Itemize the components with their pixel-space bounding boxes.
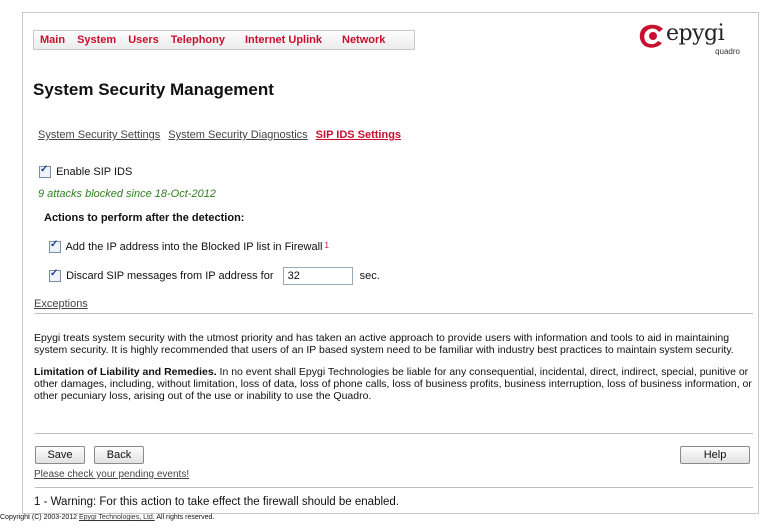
menu-network[interactable]: Network: [336, 34, 391, 46]
pending-events-link[interactable]: Please check your pending events!: [34, 469, 189, 480]
intro-paragraph: Epygi treats system security with the ut…: [34, 332, 734, 356]
logo-wordmark: epygi: [666, 21, 725, 46]
enable-sip-ids-row: Enable SIP IDS: [39, 164, 133, 179]
logo-subtitle: quadro: [715, 47, 740, 56]
footnote: 1 - Warning: For this action to take eff…: [34, 496, 400, 508]
help-button[interactable]: Help: [680, 446, 750, 464]
discard-duration-input[interactable]: 32: [282, 267, 353, 285]
blocklist-action-row: Add the IP address into the Blocked IP l…: [49, 239, 329, 254]
enable-sip-ids-label: Enable SIP IDS: [56, 166, 133, 178]
menu-main[interactable]: Main: [34, 34, 71, 46]
liability-title: Limitation of Liability and Remedies.: [34, 366, 217, 378]
tab-system-security-settings[interactable]: System Security Settings: [38, 129, 160, 141]
tab-bar: System Security Settings System Security…: [38, 129, 401, 141]
menu-internet-uplink[interactable]: Internet Uplink: [239, 34, 336, 46]
divider: [35, 487, 753, 488]
discard-action-row: Discard SIP messages from IP address for…: [49, 267, 380, 285]
attacks-status: 9 attacks blocked since 18-Oct-2012: [38, 188, 216, 200]
page-title: System Security Management: [33, 80, 274, 99]
liability-paragraph: Limitation of Liability and Remedies. In…: [34, 366, 752, 402]
epygi-logo-mark-icon: [639, 24, 663, 48]
actions-heading: Actions to perform after the detection:: [44, 212, 245, 224]
enable-sip-ids-checkbox[interactable]: [39, 164, 51, 179]
epygi-logo: epygi quadro: [624, 17, 744, 63]
copyright-prefix: Copyright (C) 2003-2012: [0, 514, 78, 521]
footnote-marker: 1: [324, 241, 329, 250]
company-link[interactable]: Epygi Technologies, Ltd.: [79, 514, 155, 521]
exceptions-link[interactable]: Exceptions: [34, 298, 88, 310]
discard-unit: sec.: [359, 269, 380, 282]
save-button[interactable]: Save: [35, 446, 85, 464]
main-frame: Main System Users Telephony Internet Upl…: [22, 12, 759, 514]
menu-system[interactable]: System: [71, 34, 122, 46]
discard-label: Discard SIP messages from IP address for: [66, 269, 274, 282]
menu-users[interactable]: Users: [122, 34, 165, 46]
divider: [35, 433, 753, 434]
discard-checkbox[interactable]: [49, 268, 61, 282]
back-button[interactable]: Back: [94, 446, 144, 464]
copyright-suffix: All rights reserved.: [156, 514, 215, 521]
blocklist-label: Add the IP address into the Blocked IP l…: [65, 241, 323, 253]
tab-sip-ids-settings[interactable]: SIP IDS Settings: [316, 129, 401, 141]
divider: [35, 313, 753, 314]
blocklist-checkbox[interactable]: [49, 239, 61, 254]
top-menu: Main System Users Telephony Internet Upl…: [33, 30, 415, 50]
tab-system-security-diagnostics[interactable]: System Security Diagnostics: [168, 129, 307, 141]
menu-telephony[interactable]: Telephony: [165, 34, 239, 46]
copyright: Copyright (C) 2003-2012 Epygi Technologi…: [0, 514, 214, 521]
